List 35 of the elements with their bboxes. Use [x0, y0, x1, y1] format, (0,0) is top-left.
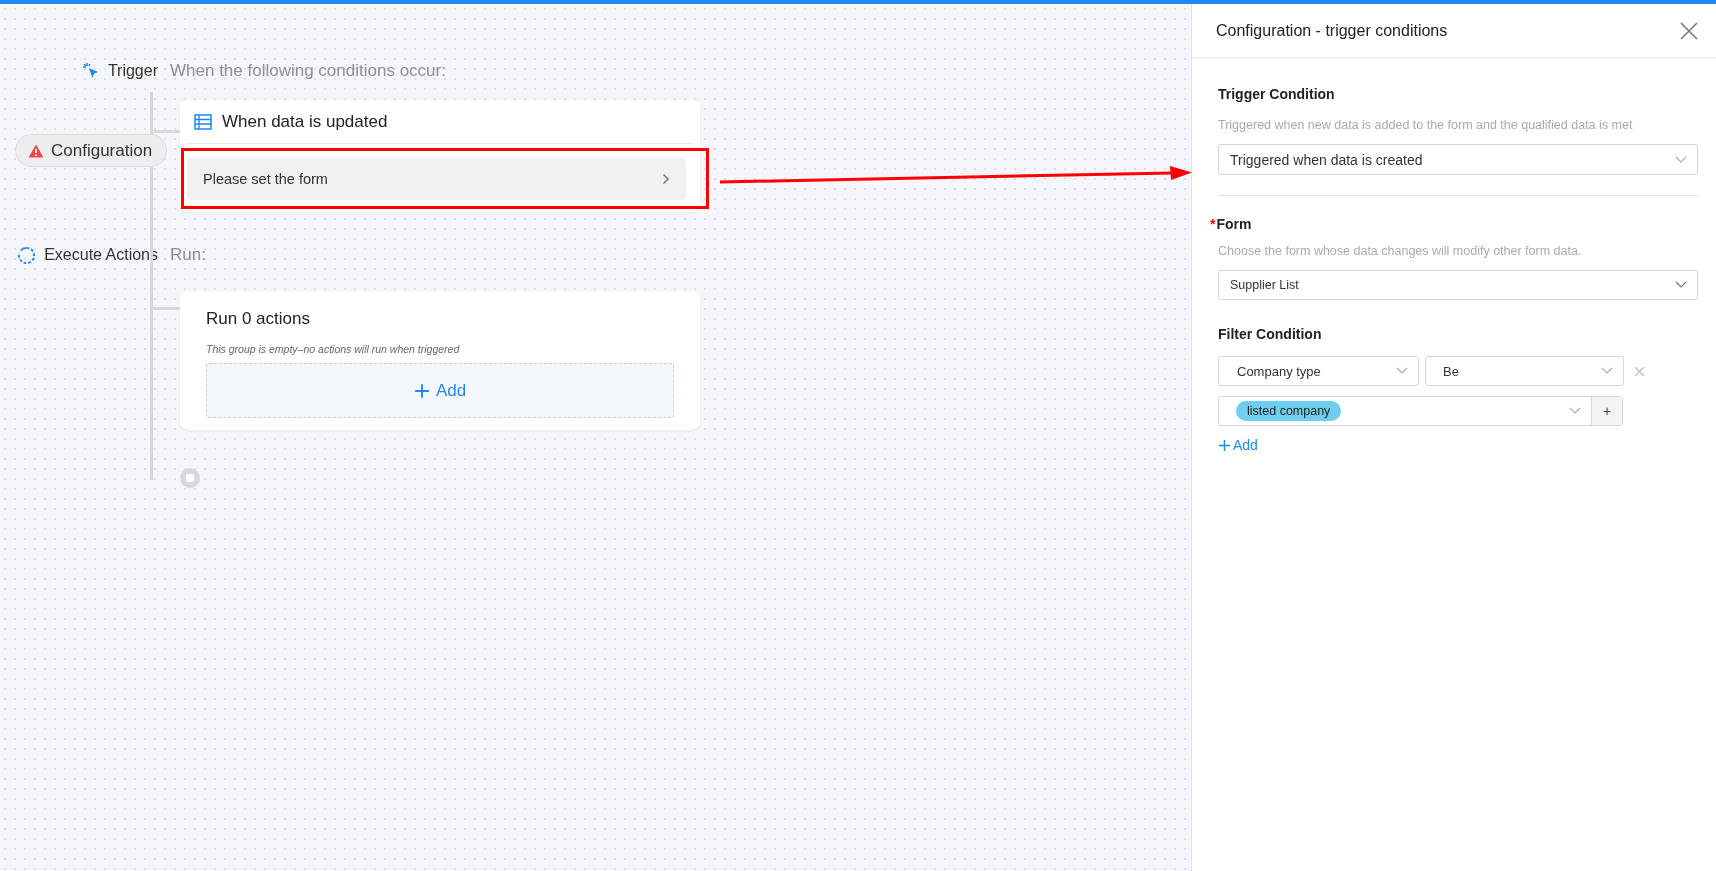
loading-icon	[17, 245, 37, 265]
set-form-button[interactable]: Please set the form	[187, 158, 686, 200]
trigger-label: Trigger	[107, 62, 158, 80]
trigger-condition-label: Trigger Condition	[1218, 86, 1336, 102]
form-hint: Choose the form whose data changes will modify other form data.	[1218, 244, 1583, 258]
filter-condition-label: Filter Condition	[1218, 326, 1323, 342]
run-caption: Run:	[170, 245, 206, 265]
operator-select[interactable]: Be	[1425, 356, 1624, 386]
end-node	[180, 468, 200, 488]
close-button[interactable]	[1680, 21, 1698, 40]
table-icon	[194, 113, 212, 130]
chevron-down-icon	[1675, 155, 1687, 164]
form-label: Form	[1216, 216, 1252, 232]
chevron-down-icon	[1396, 367, 1408, 375]
plus-icon	[1218, 438, 1231, 452]
configuration-badge[interactable]: Configuration	[15, 134, 168, 167]
actions-card-title: Run 0 actions	[206, 309, 311, 329]
cursor-click-icon	[81, 62, 100, 80]
chevron-right-icon	[662, 173, 670, 185]
plus-icon	[413, 382, 430, 399]
empty-note: This group is empty–no actions will run when triggered	[206, 343, 461, 355]
panel-title: Configuration - trigger conditions	[1216, 21, 1448, 40]
form-select[interactable]: Supplier List	[1218, 270, 1698, 300]
close-icon	[1680, 21, 1698, 40]
add-condition-link[interactable]: Add	[1218, 437, 1258, 453]
required-mark: *	[1210, 216, 1216, 232]
warning-icon	[28, 143, 44, 158]
trigger-caption: When the following conditions occur:	[170, 61, 446, 81]
trigger-condition-hint: Triggered when new data is added to the form and the qualified data is met	[1218, 118, 1634, 132]
chevron-down-icon	[1675, 281, 1687, 289]
close-icon	[1634, 365, 1645, 377]
trigger-condition-select[interactable]: Triggered when data is created	[1218, 144, 1698, 175]
field-select[interactable]: Company type	[1218, 356, 1419, 386]
trigger-card-title: When data is updated	[222, 111, 388, 132]
chevron-down-icon	[1601, 367, 1613, 375]
